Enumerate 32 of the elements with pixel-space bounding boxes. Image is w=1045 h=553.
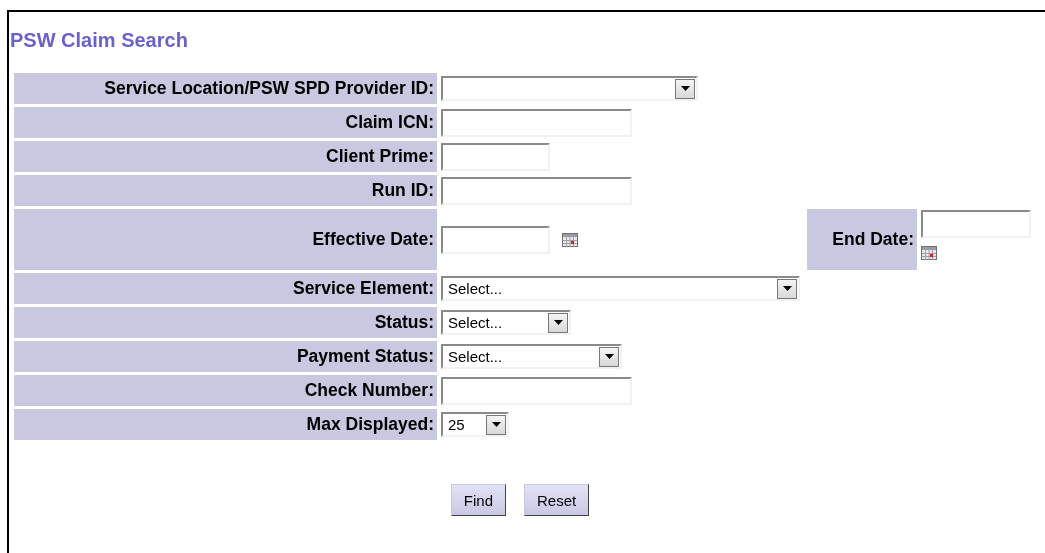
caret-icon	[782, 286, 792, 291]
caret-icon	[491, 422, 501, 427]
field-label: Payment Status:	[296, 346, 434, 367]
dropdown[interactable]: Select...	[441, 310, 571, 335]
field-label: Max Displayed:	[306, 414, 434, 435]
date-field[interactable]	[921, 210, 1031, 238]
field-label: End Date:	[832, 229, 914, 250]
field-label: Status:	[374, 312, 434, 333]
text-field[interactable]	[441, 376, 632, 405]
dropdown[interactable]: 25	[441, 412, 509, 437]
field-label: Client Prime:	[326, 146, 434, 167]
field-label: Claim ICN:	[345, 112, 434, 133]
field-label: Service Element:	[292, 278, 434, 299]
date-field[interactable]	[441, 225, 550, 254]
field-label: Service Location/PSW SPD Provider ID:	[104, 78, 434, 99]
dropdown[interactable]: Select...	[441, 344, 622, 369]
text-field[interactable]	[441, 108, 632, 137]
form-button[interactable]: Find	[450, 484, 506, 516]
form-button[interactable]: Reset	[524, 484, 590, 516]
field-label: Effective Date:	[312, 229, 434, 250]
calendar-icon[interactable]	[921, 246, 937, 260]
caret-icon	[553, 320, 563, 325]
calendar-icon[interactable]	[562, 232, 578, 247]
caret-icon	[604, 354, 614, 359]
field-label: Check Number:	[304, 380, 434, 401]
dropdown[interactable]	[441, 76, 698, 101]
field-label: Run ID:	[371, 180, 434, 201]
text-field[interactable]	[441, 176, 632, 205]
dropdown[interactable]: Select...	[441, 276, 800, 301]
caret-icon	[680, 86, 690, 91]
text-field[interactable]	[441, 142, 550, 171]
page-title: PSW Claim Search	[10, 28, 189, 52]
